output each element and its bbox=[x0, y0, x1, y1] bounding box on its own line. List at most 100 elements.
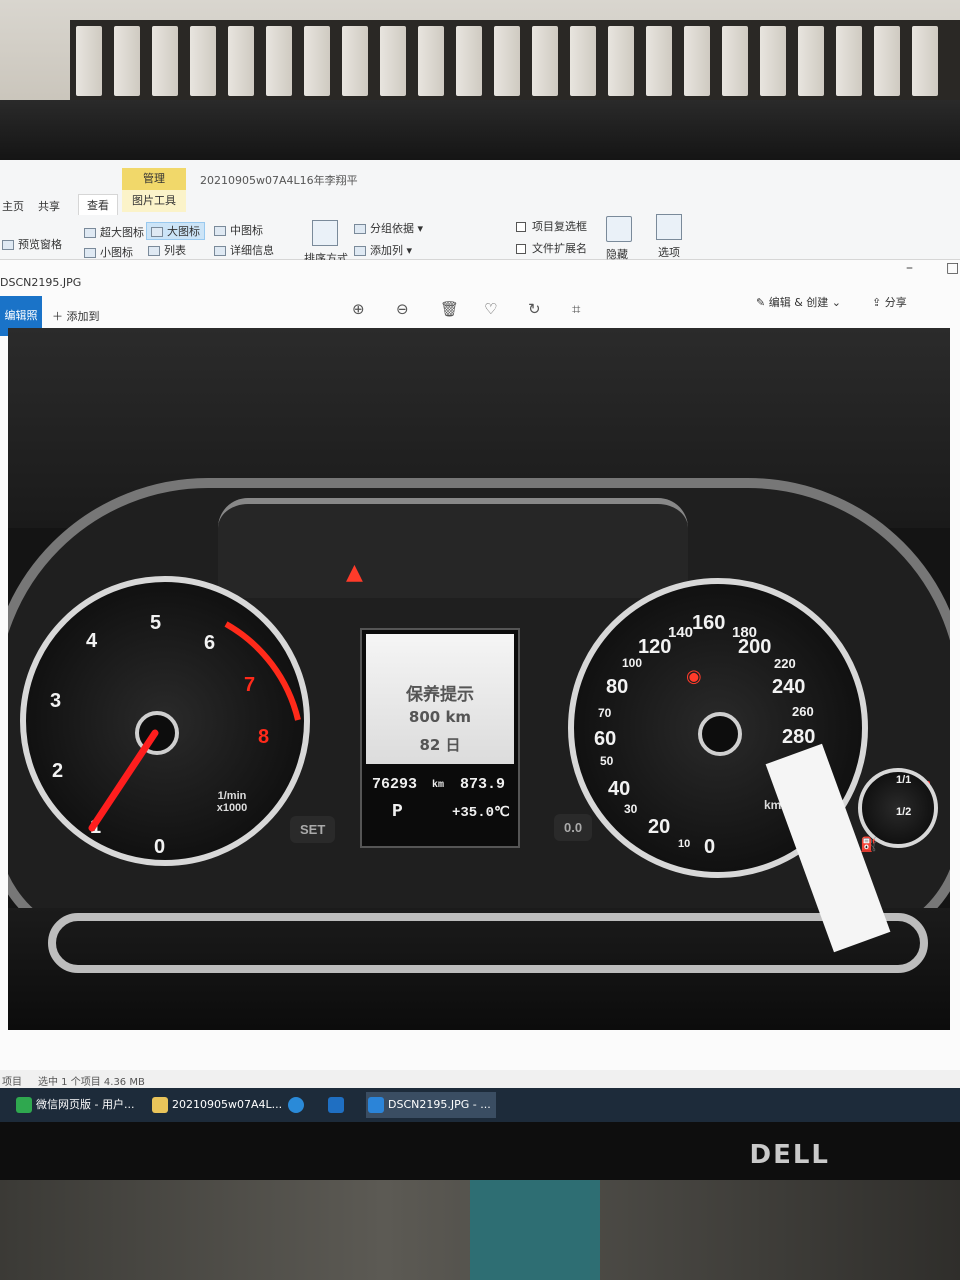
hide-selected-icon[interactable] bbox=[606, 216, 632, 242]
file-extensions-toggle[interactable]: 文件扩展名 bbox=[516, 240, 587, 256]
share-button[interactable]: ⇪ 分享 bbox=[872, 294, 907, 310]
item-checkboxes-label: 项目复选框 bbox=[532, 220, 587, 233]
tab-share[interactable]: 共享 bbox=[38, 198, 60, 214]
binder bbox=[798, 26, 824, 96]
reset-button: 0.0 bbox=[554, 814, 593, 841]
outlook-icon bbox=[328, 1097, 344, 1113]
view-small-icons[interactable]: 小图标 bbox=[84, 244, 133, 260]
checkbox-icon bbox=[516, 222, 526, 232]
binder bbox=[152, 26, 178, 96]
set-button: SET bbox=[290, 816, 336, 843]
center-display: 保养提示 800 km 82 日 76293 km 873.9 P +35.0℃ bbox=[360, 628, 520, 848]
view-large-icons[interactable]: 大图标 bbox=[146, 222, 205, 240]
speed-number: 240 bbox=[772, 676, 806, 698]
preview-pane-label: 预览窗格 bbox=[18, 238, 62, 251]
options-icon[interactable] bbox=[656, 214, 682, 240]
small-icons-label: 小图标 bbox=[100, 246, 133, 259]
binder bbox=[684, 26, 710, 96]
speed-minor-number: 140 bbox=[668, 624, 694, 641]
binder bbox=[114, 26, 140, 96]
preview-pane-button[interactable]: 预览窗格 bbox=[2, 236, 62, 252]
binder bbox=[646, 26, 672, 96]
binder bbox=[494, 26, 520, 96]
dell-logo: DELL bbox=[749, 1140, 830, 1170]
taskbar-item-photos[interactable]: DSCN2195.JPG - ... bbox=[366, 1092, 496, 1118]
photos-app-window: DSCN2195.JPG – □ 编辑照片 ＋ 添加到 ⊕ ⊖ 🗑 ♡ ↻ ⌗ … bbox=[0, 260, 960, 1070]
view-list[interactable]: 列表 bbox=[148, 242, 186, 258]
medium-icons-icon bbox=[214, 226, 226, 236]
binder bbox=[570, 26, 596, 96]
crop-icon[interactable]: ⌗ bbox=[572, 300, 580, 318]
photo-of-monitor: 管理 图片工具 20210905w07A4L16年李翔平 主页 共享 查看 预览… bbox=[0, 0, 960, 1280]
item-checkboxes-toggle[interactable]: 项目复选框 bbox=[516, 218, 587, 234]
add-columns-button[interactable]: 添加列 ▾ bbox=[354, 242, 412, 258]
details-icon bbox=[214, 246, 226, 256]
binder bbox=[532, 26, 558, 96]
list-icon bbox=[148, 246, 160, 256]
edit-create-button[interactable]: ✎ 编辑 & 创建 ⌄ bbox=[756, 294, 841, 310]
zoom-out-icon[interactable]: ⊖ bbox=[396, 300, 409, 318]
group-by-label: 分组依据 ▾ bbox=[370, 222, 424, 235]
binder bbox=[342, 26, 368, 96]
picture-tools-group[interactable]: 图片工具 bbox=[122, 190, 186, 212]
binder bbox=[722, 26, 748, 96]
chevron-down-icon: ⌄ bbox=[831, 296, 842, 309]
tab-view[interactable]: 查看 bbox=[78, 194, 118, 215]
screen: 管理 图片工具 20210905w07A4L16年李翔平 主页 共享 查看 预览… bbox=[0, 160, 960, 1122]
file-extensions-label: 文件扩展名 bbox=[532, 242, 587, 255]
service-reminder-title: 保养提示 bbox=[406, 685, 474, 705]
small-icons-icon bbox=[84, 248, 96, 258]
medium-icons-label: 中图标 bbox=[230, 224, 263, 237]
brake-warning-icon: ◉ bbox=[686, 666, 702, 687]
tab-manage[interactable]: 管理 bbox=[122, 168, 186, 190]
extra-large-icons-label: 超大图标 bbox=[100, 226, 144, 239]
maximize-icon[interactable]: □ bbox=[946, 260, 959, 276]
service-distance: 800 km bbox=[408, 708, 472, 726]
tab-home[interactable]: 主页 bbox=[2, 198, 24, 214]
zoom-in-icon[interactable]: ⊕ bbox=[352, 300, 365, 318]
speed-number: 80 bbox=[606, 676, 629, 698]
fuel-half: 1/2 bbox=[896, 806, 912, 818]
taskbar-item-explorer[interactable]: 20210905w07A4L... bbox=[150, 1092, 282, 1118]
view-extra-large-icons[interactable]: 超大图标 bbox=[84, 224, 144, 240]
add-columns-icon bbox=[354, 246, 366, 256]
binder bbox=[190, 26, 216, 96]
taskbar-item-outlook[interactable] bbox=[326, 1092, 356, 1118]
tach-redline-arc bbox=[224, 621, 301, 721]
rotate-icon[interactable]: ↻ bbox=[528, 300, 541, 318]
internet-explorer-icon bbox=[288, 1097, 304, 1113]
binder bbox=[304, 26, 330, 96]
book-on-desk bbox=[470, 1180, 600, 1280]
add-columns-label: 添加列 ▾ bbox=[370, 244, 413, 257]
speed-minor-number: 70 bbox=[598, 706, 612, 720]
binder bbox=[760, 26, 786, 96]
share-label: 分享 bbox=[884, 296, 907, 309]
speed-number: 120 bbox=[638, 636, 672, 658]
minimize-icon[interactable]: – bbox=[906, 260, 913, 276]
group-by-button[interactable]: 分组依据 ▾ bbox=[354, 220, 423, 236]
window-title: 20210905w07A4L16年李翔平 bbox=[200, 174, 358, 187]
speed-number: 60 bbox=[594, 728, 617, 750]
odometer-value: 76293 bbox=[372, 776, 418, 793]
taskbar-item-ie[interactable] bbox=[286, 1092, 316, 1118]
tachometer-needle bbox=[88, 729, 159, 832]
details-label: 详细信息 bbox=[230, 244, 274, 257]
edit-create-label: 编辑 & 创建 bbox=[768, 296, 829, 309]
binder bbox=[418, 26, 444, 96]
preview-pane-icon bbox=[2, 240, 14, 250]
taskbar-item-label: 微信网页版 - 用户... bbox=[36, 1098, 135, 1111]
options-label[interactable]: 选项 bbox=[658, 244, 680, 260]
add-to-button[interactable]: ＋ 添加到 bbox=[52, 308, 100, 324]
service-reminder-panel: 保养提示 800 km 82 日 bbox=[366, 634, 514, 764]
service-days: 82 日 bbox=[419, 736, 461, 754]
view-details[interactable]: 详细信息 bbox=[214, 242, 274, 258]
binder bbox=[228, 26, 254, 96]
view-medium-icons[interactable]: 中图标 bbox=[214, 222, 263, 238]
delete-icon[interactable]: 🗑 bbox=[440, 300, 459, 318]
speed-number: 20 bbox=[648, 816, 671, 838]
extra-large-icons-icon bbox=[84, 228, 96, 238]
favorite-icon[interactable]: ♡ bbox=[484, 300, 497, 318]
sort-by-icon[interactable] bbox=[312, 220, 338, 246]
taskbar-item-wechat[interactable]: 微信网页版 - 用户... bbox=[14, 1092, 140, 1118]
status-selection: 选中 1 个项目 4.36 MB bbox=[38, 1077, 145, 1088]
